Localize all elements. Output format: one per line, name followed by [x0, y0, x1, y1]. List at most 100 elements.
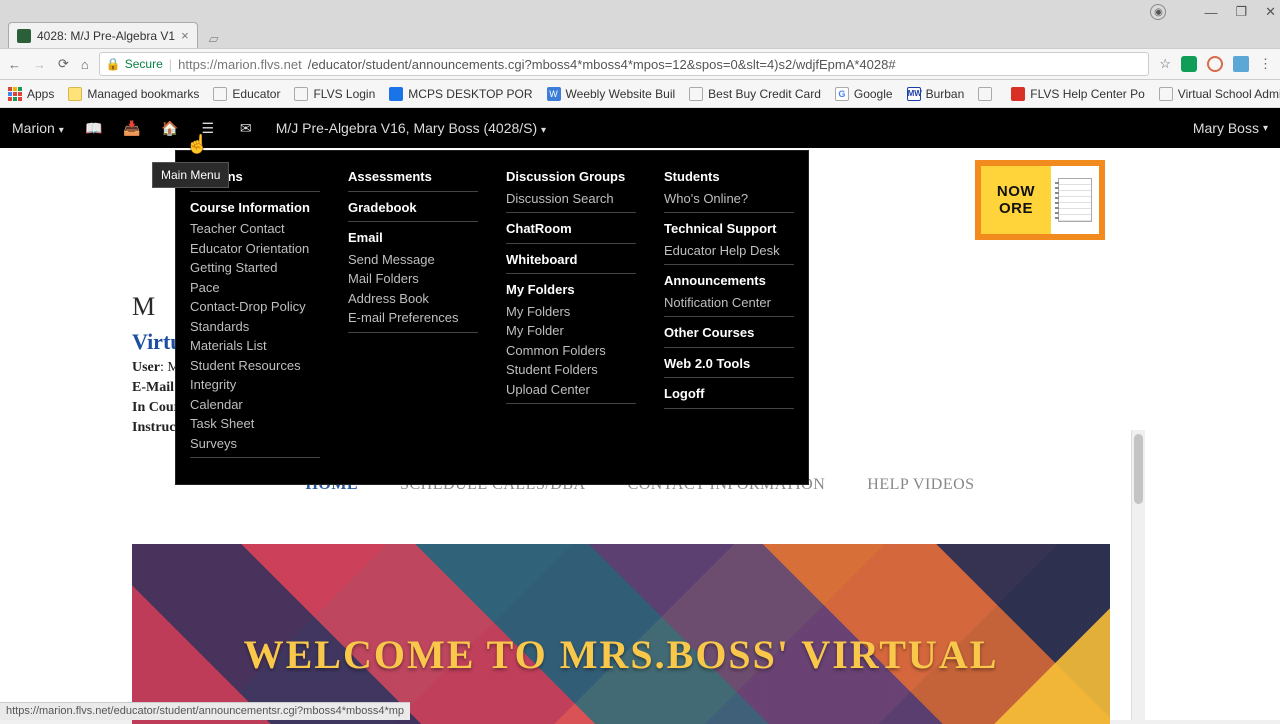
- secure-label: Secure: [125, 57, 163, 71]
- address-bar[interactable]: 🔒 Secure | https://marion.flvs.net/educa…: [99, 52, 1150, 76]
- menu-group-web-tools[interactable]: Web 2.0 Tools: [664, 354, 794, 374]
- home-icon[interactable]: 🏠: [162, 120, 178, 136]
- menu-item[interactable]: Discussion Search: [506, 189, 636, 209]
- bookmark-label: Managed bookmarks: [87, 87, 199, 101]
- menu-group-gradebook[interactable]: Gradebook: [348, 198, 478, 218]
- course-switcher[interactable]: M/J Pre-Algebra V16, Mary Boss (4028/S) …: [276, 120, 546, 136]
- menu-col-3: Discussion Groups Discussion Search Chat…: [506, 167, 636, 464]
- apps-button[interactable]: Apps: [8, 87, 54, 101]
- menu-group-email[interactable]: Email: [348, 228, 478, 248]
- tab-title: 4028: M/J Pre-Algebra V1: [37, 29, 175, 43]
- bookmark-star-icon[interactable]: ☆: [1159, 56, 1171, 72]
- chrome-menu-icon[interactable]: ⋮: [1259, 56, 1272, 72]
- menu-item[interactable]: Teacher Contact: [190, 219, 320, 239]
- bookmark-item[interactable]: [978, 87, 997, 101]
- menu-group-chatroom[interactable]: ChatRoom: [506, 219, 636, 239]
- bookmark-item[interactable]: Educator: [213, 87, 280, 101]
- menu-group-my-folders[interactable]: My Folders: [506, 280, 636, 300]
- bookmark-item[interactable]: WWeebly Website Buil: [547, 87, 676, 101]
- browser-status-bar: https://marion.flvs.net/educator/student…: [0, 702, 410, 720]
- back-icon[interactable]: ←: [8, 57, 21, 72]
- menu-item[interactable]: Pace: [190, 278, 320, 298]
- know-more-label: NOW ORE: [981, 166, 1051, 234]
- tab-help[interactable]: HELP VIDEOS: [867, 476, 974, 494]
- menu-item[interactable]: Notification Center: [664, 293, 794, 313]
- window-controls: ◉ — ❐ ✕: [1150, 4, 1276, 20]
- menu-item[interactable]: Integrity: [190, 375, 320, 395]
- menu-group-support[interactable]: Technical Support: [664, 219, 794, 239]
- site-icon: W: [547, 87, 561, 101]
- menu-item[interactable]: Calendar: [190, 395, 320, 415]
- menu-item[interactable]: Surveys: [190, 434, 320, 454]
- browser-tab[interactable]: 4028: M/J Pre-Algebra V1 ×: [8, 22, 198, 48]
- menu-item[interactable]: Task Sheet: [190, 414, 320, 434]
- menu-logoff[interactable]: Logoff: [664, 384, 794, 404]
- page-icon: [978, 87, 992, 101]
- extension-icon[interactable]: [1181, 56, 1197, 72]
- bookmark-item[interactable]: Virtual School Admin: [1159, 87, 1280, 101]
- bookmark-item[interactable]: MCPS DESKTOP POR: [389, 87, 532, 101]
- menu-item[interactable]: Student Folders: [506, 360, 636, 380]
- bookmark-item[interactable]: FLVS Login: [294, 87, 375, 101]
- reload-icon[interactable]: ⟳: [58, 56, 69, 72]
- menu-item[interactable]: Common Folders: [506, 341, 636, 361]
- menu-group-discussion[interactable]: Discussion Groups: [506, 167, 636, 187]
- menu-item[interactable]: E-mail Preferences: [348, 308, 478, 328]
- main-menu-icon[interactable]: ☰: [200, 120, 216, 136]
- home-icon[interactable]: ⌂: [81, 57, 89, 72]
- window-minimize-icon[interactable]: —: [1204, 5, 1217, 20]
- menu-item[interactable]: My Folders: [506, 302, 636, 322]
- know-more-widget[interactable]: NOW ORE: [975, 160, 1105, 240]
- extension-icon[interactable]: [1207, 56, 1223, 72]
- app-navbar: Marion ▾ 📖 📥 🏠 ☰ ✉ M/J Pre-Algebra V16, …: [0, 108, 1280, 148]
- menu-group-assessments[interactable]: Assessments: [348, 167, 478, 187]
- menu-group-course-info[interactable]: Course Information: [190, 198, 320, 218]
- bookmark-label: FLVS Login: [313, 87, 375, 101]
- bookmark-item[interactable]: FLVS Help Center Po: [1011, 87, 1145, 101]
- brand-menu[interactable]: Marion ▾: [12, 120, 64, 136]
- folder-icon: [68, 87, 82, 101]
- bookmark-item[interactable]: Managed bookmarks: [68, 87, 199, 101]
- bookmark-item[interactable]: MWBurban: [907, 87, 965, 101]
- new-tab-button[interactable]: ▱: [204, 30, 224, 48]
- site-icon: [389, 87, 403, 101]
- tab-close-icon[interactable]: ×: [181, 28, 189, 43]
- menu-item[interactable]: Educator Help Desk: [664, 241, 794, 261]
- menu-group-announcements[interactable]: Announcements: [664, 271, 794, 291]
- main-menu-tooltip: Main Menu: [152, 162, 229, 188]
- menu-item[interactable]: Upload Center: [506, 380, 636, 400]
- bookmark-item[interactable]: Best Buy Credit Card: [689, 87, 821, 101]
- forward-icon: →: [33, 57, 46, 72]
- menu-group-other-courses[interactable]: Other Courses: [664, 323, 794, 343]
- course-label: M/J Pre-Algebra V16, Mary Boss (4028/S): [276, 120, 537, 136]
- menu-group-students[interactable]: Students: [664, 167, 794, 187]
- window-maximize-icon[interactable]: ❐: [1235, 4, 1247, 20]
- bookmark-label: Best Buy Credit Card: [708, 87, 821, 101]
- menu-group-whiteboard[interactable]: Whiteboard: [506, 250, 636, 270]
- book-icon[interactable]: 📖: [86, 120, 102, 136]
- menu-item[interactable]: Who's Online?: [664, 189, 794, 209]
- content-scrollbar[interactable]: [1131, 430, 1145, 720]
- label: E-Mail: [132, 380, 174, 395]
- user-menu[interactable]: Mary Boss ▾: [1193, 120, 1268, 136]
- menu-item[interactable]: Standards: [190, 317, 320, 337]
- menu-item[interactable]: Student Resources: [190, 356, 320, 376]
- inbox-icon[interactable]: 📥: [124, 120, 140, 136]
- menu-item[interactable]: Contact-Drop Policy: [190, 297, 320, 317]
- menu-item[interactable]: Materials List: [190, 336, 320, 356]
- menu-item[interactable]: Getting Started: [190, 258, 320, 278]
- menu-item[interactable]: Address Book: [348, 289, 478, 309]
- menu-item[interactable]: Educator Orientation: [190, 239, 320, 259]
- bookmark-item[interactable]: GGoogle: [835, 87, 893, 101]
- caret-down-icon: ▾: [541, 125, 546, 136]
- mail-icon[interactable]: ✉: [238, 120, 254, 136]
- window-close-icon[interactable]: ✕: [1265, 4, 1276, 20]
- menu-item[interactable]: My Folder: [506, 321, 636, 341]
- scrollbar-thumb[interactable]: [1134, 434, 1143, 504]
- hero-banner: WELCOME TO MRS.BOSS' VIRTUAL: [132, 544, 1110, 724]
- menu-item[interactable]: Send Message: [348, 250, 478, 270]
- extension-icon[interactable]: [1233, 56, 1249, 72]
- profile-avatar-icon[interactable]: ◉: [1150, 4, 1166, 20]
- bookmark-label: Google: [854, 87, 893, 101]
- menu-item[interactable]: Mail Folders: [348, 269, 478, 289]
